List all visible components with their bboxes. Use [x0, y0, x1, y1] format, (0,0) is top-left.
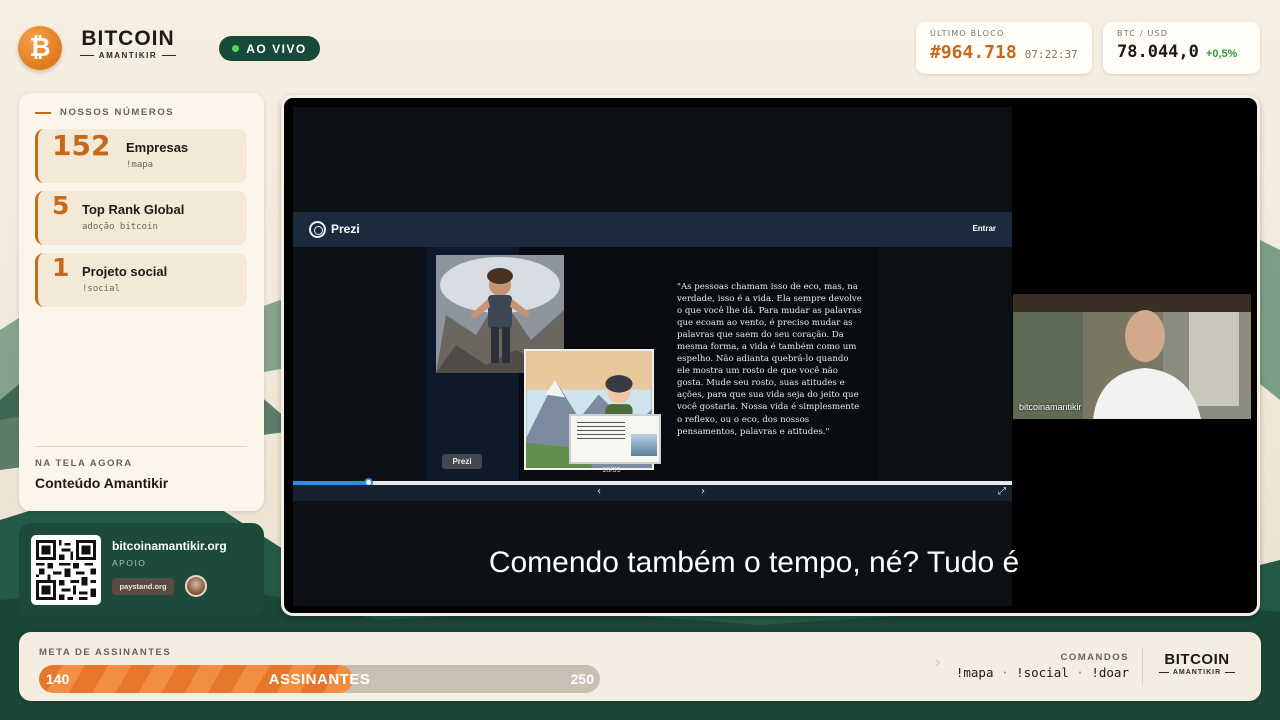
now-showing-label: NA TELA AGORA: [35, 458, 133, 469]
webcam-name-label: bitcoinamantikir: [1019, 402, 1082, 412]
slide-page-counter: 18/39: [602, 465, 621, 474]
live-badge: AO VIVO: [219, 36, 320, 61]
support-label: APOIO: [112, 558, 147, 568]
bitcoin-logo-icon: ₿: [18, 26, 62, 70]
stat-command: !social: [82, 284, 120, 294]
stat-companies: 152 Empresas !mapa: [35, 129, 247, 183]
footer-divider: [1142, 648, 1143, 685]
footer-line-right: [1225, 672, 1236, 673]
brand-subtitle: AMANTIKIR: [98, 51, 158, 60]
brand-line-left: [79, 55, 94, 56]
numbers-title-text: NOSSOS NÚMEROS: [60, 107, 175, 118]
last-block-number: #964.718: [930, 42, 1017, 63]
next-slide-icon[interactable]: ›: [701, 486, 705, 497]
prezi-login-button[interactable]: Entrar: [972, 224, 996, 233]
command-separator: ·: [1001, 665, 1017, 680]
stat-label: Top Rank Global: [82, 202, 185, 217]
last-block-card: ÚLTIMO BLOCO #964.718 07:22:37: [916, 22, 1092, 74]
stat-value: 152: [52, 129, 111, 162]
goal-label: META DE ASSINANTES: [39, 647, 172, 658]
screen-share: Prezi Entrar 18/39 Prezi "As pessoas cha…: [293, 107, 1012, 606]
btc-price: 78.044,0: [1117, 42, 1199, 62]
btc-change: +0,5%: [1205, 48, 1238, 60]
stat-value: 5: [52, 191, 70, 220]
stat-label: Projeto social: [82, 264, 168, 279]
command-social: !social: [1016, 665, 1069, 680]
numbers-title: NOSSOS NÚMEROS: [35, 107, 174, 118]
commands-label: COMANDOS: [1060, 652, 1129, 663]
panel-divider: [35, 446, 247, 447]
slide-mini-card: [569, 414, 661, 464]
commands-list: !mapa · !social · !doar: [956, 665, 1129, 680]
chevron-right-icon: ›: [934, 652, 942, 673]
stat-command: !mapa: [126, 160, 154, 170]
partner-avatar: [185, 575, 207, 597]
live-label: AO VIVO: [246, 41, 307, 56]
mini-card-text: [577, 422, 625, 440]
footer-brand-logo: BITCOIN AMANTIKIR: [1155, 652, 1239, 676]
prezi-watermark: Prezi: [442, 454, 482, 469]
prezi-header: Prezi Entrar: [293, 212, 1012, 247]
goal-target: 250: [570, 671, 594, 687]
live-subtitle: Comendo também o tempo, né? Tudo é: [488, 546, 1020, 579]
numbers-panel: NOSSOS NÚMEROS 152 Empresas !mapa 5 Top …: [19, 93, 264, 511]
goal-progress-track: 140 ASSINANTES 250: [39, 665, 600, 693]
support-site-link[interactable]: bitcoinamantikir.org: [112, 539, 227, 553]
footer-line-left: [1158, 672, 1169, 673]
prezi-slide: 18/39 Prezi "As pessoas chamam isso de e…: [426, 247, 879, 480]
stat-top-rank: 5 Top Rank Global adoção bitcoin: [35, 191, 247, 245]
title-dash: [35, 111, 51, 114]
stat-social-project: 1 Projeto social !social: [35, 253, 247, 307]
stream-video: Prezi Entrar 18/39 Prezi "As pessoas cha…: [281, 95, 1260, 616]
webcam-feed: bitcoinamantikir: [1013, 294, 1251, 419]
now-showing-value: Conteúdo Amantikir: [35, 475, 169, 491]
fullscreen-icon[interactable]: ⤢: [998, 486, 1006, 497]
qr-code[interactable]: [31, 535, 101, 605]
brand-logo: BITCOIN AMANTIKIR: [76, 28, 180, 60]
last-block-time: 07:22:37: [1024, 48, 1078, 61]
subscriber-goal-bar: META DE ASSINANTES 140 ASSINANTES 250 › …: [19, 632, 1261, 701]
support-card: bitcoinamantikir.org APOIO paystand.org: [19, 523, 264, 616]
stat-command: adoção bitcoin: [82, 222, 158, 232]
brand-line-right: [162, 55, 177, 56]
prev-slide-icon[interactable]: ‹: [597, 486, 601, 497]
footer-brand-title: BITCOIN: [1164, 651, 1230, 668]
live-dot-icon: [232, 45, 240, 52]
stat-label: Empresas: [126, 140, 189, 155]
btc-price-label: BTC / USD: [1117, 29, 1169, 38]
command-doar: !doar: [1091, 665, 1129, 680]
prezi-controls: ‹ › ⤢: [293, 485, 1012, 501]
stat-value: 1: [52, 253, 70, 282]
command-mapa: !mapa: [955, 665, 994, 680]
footer-brand-subtitle: AMANTIKIR: [1172, 669, 1222, 676]
mini-card-image: [631, 434, 657, 456]
slide-quote-text: "As pessoas chamam isso de eco, mas, na …: [677, 282, 862, 437]
brand-title: BITCOIN: [81, 27, 175, 50]
command-separator: ·: [1076, 665, 1092, 680]
prezi-app-name: Prezi: [331, 222, 360, 236]
goal-center-label: ASSINANTES: [268, 671, 371, 688]
prezi-logo-icon: [309, 221, 326, 238]
paystand-logo[interactable]: paystand.org: [112, 578, 174, 595]
last-block-label: ÚLTIMO BLOCO: [930, 29, 1005, 38]
btc-price-card: BTC / USD 78.044,0 +0,5%: [1103, 22, 1260, 74]
